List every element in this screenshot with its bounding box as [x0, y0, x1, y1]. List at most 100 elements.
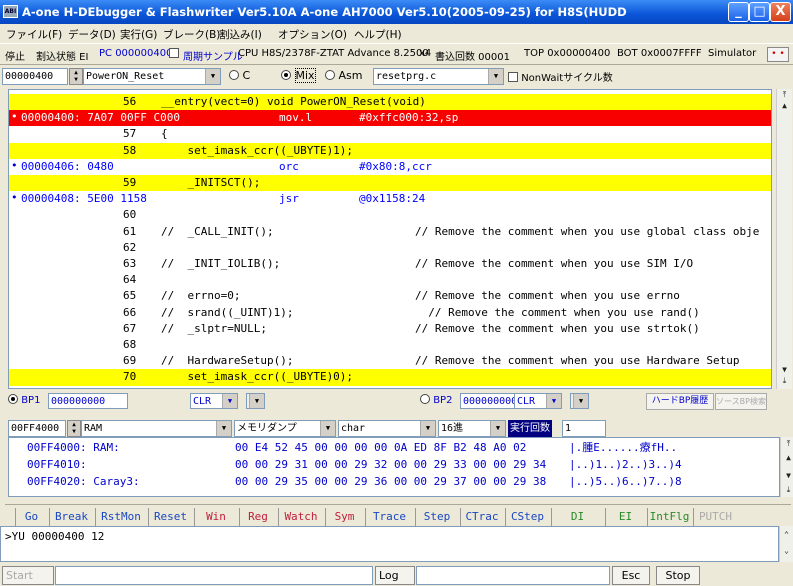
menu-file[interactable]: ファイル(F): [6, 27, 62, 42]
chevron-down-icon[interactable]: ▼: [573, 394, 588, 408]
source-line[interactable]: 69 // HardwareSetup(); // Remove the comme…: [9, 353, 771, 369]
chevron-down-icon[interactable]: ▼: [488, 69, 503, 84]
chevron-down-icon[interactable]: ▼: [320, 421, 335, 436]
memory-radix-select[interactable]: 16進 ▼: [438, 420, 506, 437]
close-button[interactable]: X: [770, 2, 791, 22]
source-line[interactable]: 57 {: [9, 126, 771, 142]
chevron-down-icon[interactable]: ▼: [490, 421, 505, 436]
memory-dump[interactable]: 00FF4000: RAM: 00 E4 52 45 00 00 00 00 0A…: [8, 437, 780, 497]
bp1-radio[interactable]: BP1: [8, 394, 40, 406]
memory-scrollbar[interactable]: ⤒ ▲ ▼ ⤓: [780, 437, 793, 497]
breakpoint-marker-icon[interactable]: •: [11, 158, 18, 174]
menu-data[interactable]: データ(D): [68, 27, 116, 42]
cmd-putch-button[interactable]: PUTCH: [693, 508, 737, 526]
start-input[interactable]: [55, 566, 373, 585]
source-line[interactable]: 70 set_imask_ccr((_UBYTE)0);: [9, 369, 771, 386]
memory-view-select[interactable]: メモリダンプ ▼: [234, 420, 336, 437]
cmd-ctrac-button[interactable]: CTrac: [460, 508, 503, 526]
maximize-button[interactable]: □: [749, 2, 770, 22]
scroll-down-icon[interactable]: ▼: [781, 471, 793, 481]
source-line[interactable]: 56 __entry(vect=0) void PowerON_Reset(voi…: [9, 94, 771, 111]
source-bp-search-button[interactable]: ソースBP検索: [715, 393, 767, 410]
source-scrollbar[interactable]: ⤒ ▲ ▼ ⤓: [776, 89, 792, 389]
source-line[interactable]: 62: [9, 240, 771, 256]
source-line[interactable]: 60: [9, 207, 771, 223]
address-spinner[interactable]: ▲ ▼: [69, 68, 83, 85]
menu-interrupt[interactable]: 割込み(I): [219, 27, 262, 42]
memory-address-input[interactable]: 00FF4000: [8, 420, 66, 437]
console-output[interactable]: >YU 00000400 12: [0, 526, 779, 562]
function-select[interactable]: PowerON_Reset ▼: [83, 68, 221, 85]
cmd-ei-button[interactable]: EI: [605, 508, 645, 526]
nonwait-checkbox[interactable]: NonWaitサイクル数: [508, 69, 613, 84]
source-line[interactable]: 59 _INITSCT();: [9, 175, 771, 192]
exec-count-input[interactable]: 1: [562, 420, 606, 437]
menu-help[interactable]: ヘルプ(H): [354, 27, 402, 42]
chevron-down-icon[interactable]: ▼: [249, 394, 264, 408]
source-line[interactable]: 66 // srand((_UINT)1); // Remove the comm…: [9, 305, 771, 321]
cmd-rstmon-button[interactable]: RstMon: [95, 508, 146, 526]
chevron-down-icon[interactable]: ▼: [205, 69, 220, 84]
chevron-down-icon[interactable]: ▼: [222, 394, 237, 408]
esc-button[interactable]: Esc: [612, 566, 650, 585]
bp1-clr-select[interactable]: CLR ▼: [190, 393, 238, 409]
source-file-select[interactable]: resetprg.c ▼: [373, 68, 504, 85]
cmd-cstep-button[interactable]: CStep: [505, 508, 549, 526]
scroll-down-icon[interactable]: ⌄: [780, 546, 793, 556]
status-indicator-button[interactable]: • •: [767, 47, 789, 62]
cmd-trace-button[interactable]: Trace: [365, 508, 413, 526]
scroll-bottom-icon[interactable]: ⤓: [781, 485, 793, 495]
scroll-top-icon[interactable]: ⤒: [781, 439, 793, 449]
asm-line[interactable]: • 00000408: 5E00 1158 jsr @0x1158:24: [9, 190, 771, 207]
scroll-bottom-icon[interactable]: ⤓: [777, 376, 792, 386]
app-icon[interactable]: ABI: [3, 5, 18, 18]
stop-button[interactable]: Stop: [656, 566, 700, 585]
source-line[interactable]: 68: [9, 337, 771, 353]
scroll-up-icon[interactable]: ⌃: [780, 530, 793, 540]
breakpoint-marker-icon[interactable]: •: [11, 109, 18, 125]
address-input[interactable]: 00000400: [2, 68, 68, 85]
cmd-intflg-button[interactable]: IntFlg: [647, 508, 691, 526]
cmd-reset-button[interactable]: Reset: [148, 508, 192, 526]
chevron-down-icon[interactable]: ▼: [420, 421, 435, 436]
cmd-go-button[interactable]: Go: [15, 508, 47, 526]
scroll-down-icon[interactable]: ▼: [777, 365, 792, 375]
hw-bp-history-button[interactable]: ハードBP履歴: [646, 393, 714, 410]
cmd-di-button[interactable]: DI: [551, 508, 603, 526]
scroll-top-icon[interactable]: ⤒: [777, 90, 792, 100]
asm-line[interactable]: • 00000406: 0480 orc #0x80:8,ccr: [9, 158, 771, 175]
cmd-win-button[interactable]: Win: [194, 508, 237, 526]
memory-area-select[interactable]: RAM ▼: [81, 420, 232, 437]
source-line[interactable]: 64: [9, 272, 771, 288]
bp1-option-select[interactable]: ▼: [246, 393, 265, 409]
log-input[interactable]: [416, 566, 610, 585]
menu-run[interactable]: 実行(G): [120, 27, 157, 42]
cmd-watch-button[interactable]: Watch: [278, 508, 323, 526]
mode-asm-radio[interactable]: Asm: [325, 69, 362, 82]
breakpoint-marker-icon[interactable]: •: [11, 190, 18, 206]
periodic-sample-checkbox[interactable]: [169, 48, 179, 60]
log-button[interactable]: Log: [375, 566, 415, 585]
cmd-reg-button[interactable]: Reg: [239, 508, 276, 526]
cmd-step-button[interactable]: Step: [415, 508, 458, 526]
chevron-down-icon[interactable]: ▼: [546, 394, 561, 408]
cmd-sym-button[interactable]: Sym: [325, 508, 363, 526]
source-line[interactable]: 61 // _CALL_INIT(); // Remove the comment …: [9, 224, 771, 240]
source-line[interactable]: 65 // errno=0; // Remove the comment when …: [9, 288, 771, 304]
memory-type-select[interactable]: char ▼: [338, 420, 436, 437]
bp2-option-select[interactable]: ▼: [570, 393, 589, 409]
start-button[interactable]: Start: [2, 566, 54, 585]
minimize-button[interactable]: _: [728, 2, 749, 22]
cmd-break-button[interactable]: Break: [49, 508, 93, 526]
asm-line[interactable]: • 00000400: 7A07 00FF C000 mov.l #0xffc000:…: [9, 109, 771, 127]
mode-c-radio[interactable]: C: [229, 69, 250, 82]
mode-mix-radio[interactable]: Mix: [281, 68, 316, 83]
scroll-up-icon[interactable]: ▲: [777, 101, 792, 111]
menu-options[interactable]: オプション(O): [278, 27, 347, 42]
console-scrollbar[interactable]: ⌃ ⌄: [779, 526, 793, 562]
menu-break[interactable]: ブレーク(B): [163, 27, 220, 42]
source-line[interactable]: 67 // _slptr=NULL; // Remove the comment w…: [9, 321, 771, 337]
bp2-radio[interactable]: BP2: [420, 394, 452, 406]
source-view[interactable]: 56 __entry(vect=0) void PowerON_Reset(voi…: [8, 89, 772, 389]
chevron-down-icon[interactable]: ▼: [216, 421, 231, 436]
